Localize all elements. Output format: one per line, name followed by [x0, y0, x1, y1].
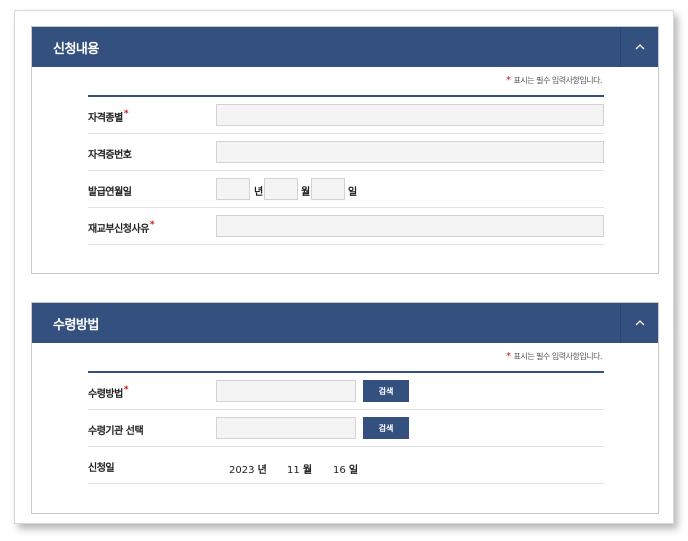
form-row-receipt-institution: 수령기관 선택 검색 — [88, 410, 604, 447]
certificate-number-input[interactable] — [216, 141, 604, 163]
field-label: 자격종별* — [88, 109, 129, 124]
collapse-button[interactable] — [620, 27, 658, 67]
apply-date-year: 2023 년 — [229, 465, 267, 476]
apply-date-month: 11 월 — [287, 465, 313, 476]
form-row-apply-date: 신청일 2023 년 11 월 16 일 — [88, 447, 604, 484]
month-unit: 월 — [301, 187, 311, 198]
required-star-icon: * — [506, 351, 511, 362]
form-row-certificate-number: 자격증번호 — [88, 134, 604, 171]
issue-day-input[interactable] — [311, 178, 345, 200]
field-label: 재교부신청사유* — [88, 220, 155, 235]
reissue-reason-input[interactable] — [216, 215, 604, 237]
qualification-type-input[interactable] — [216, 104, 604, 126]
field-label: 자격증번호 — [88, 150, 132, 161]
section-title: 수령방법 — [53, 318, 99, 333]
issue-year-input[interactable] — [216, 178, 250, 200]
form-row-qualification-type: 자격종별* — [88, 97, 604, 134]
required-note: * 표시는 필수 입력사항입니다. — [506, 351, 602, 362]
section-header: 신청내용 — [32, 27, 658, 67]
form-row-reissue-reason: 재교부신청사유* — [88, 208, 604, 245]
required-star-icon: * — [123, 385, 129, 395]
required-note: * 표시는 필수 입력사항입니다. — [506, 75, 602, 86]
section-title: 신청내용 — [53, 42, 99, 57]
field-label: 발급연월일 — [88, 187, 132, 198]
form-row-issue-date: 발급연월일 년 월 일 — [88, 171, 604, 208]
field-label: 수령기관 선택 — [88, 426, 144, 437]
section-application-details: 신청내용 * 표시는 필수 입력사항입니다. 자격종별* 자격증번호 발급연월일 … — [31, 26, 659, 274]
required-star-icon: * — [506, 75, 511, 86]
receipt-institution-input[interactable] — [216, 417, 356, 439]
day-unit: 일 — [348, 187, 358, 198]
search-button[interactable]: 검색 — [363, 380, 409, 402]
field-label: 신청일 — [88, 463, 115, 474]
field-label: 수령방법* — [88, 385, 129, 400]
chevron-up-icon — [635, 320, 645, 326]
apply-date-day: 16 일 — [333, 465, 359, 476]
section-header: 수령방법 — [32, 303, 658, 343]
section-receipt-method: 수령방법 * 표시는 필수 입력사항입니다. 수령방법* 검색 수령기관 선택 검… — [31, 302, 659, 514]
form-row-receipt-method: 수령방법* 검색 — [88, 373, 604, 410]
required-star-icon: * — [149, 220, 155, 230]
receipt-method-input[interactable] — [216, 380, 356, 402]
year-unit: 년 — [254, 187, 264, 198]
issue-month-input[interactable] — [264, 178, 298, 200]
required-star-icon: * — [123, 109, 129, 119]
search-button[interactable]: 검색 — [363, 417, 409, 439]
collapse-button[interactable] — [620, 303, 658, 343]
chevron-up-icon — [635, 44, 645, 50]
